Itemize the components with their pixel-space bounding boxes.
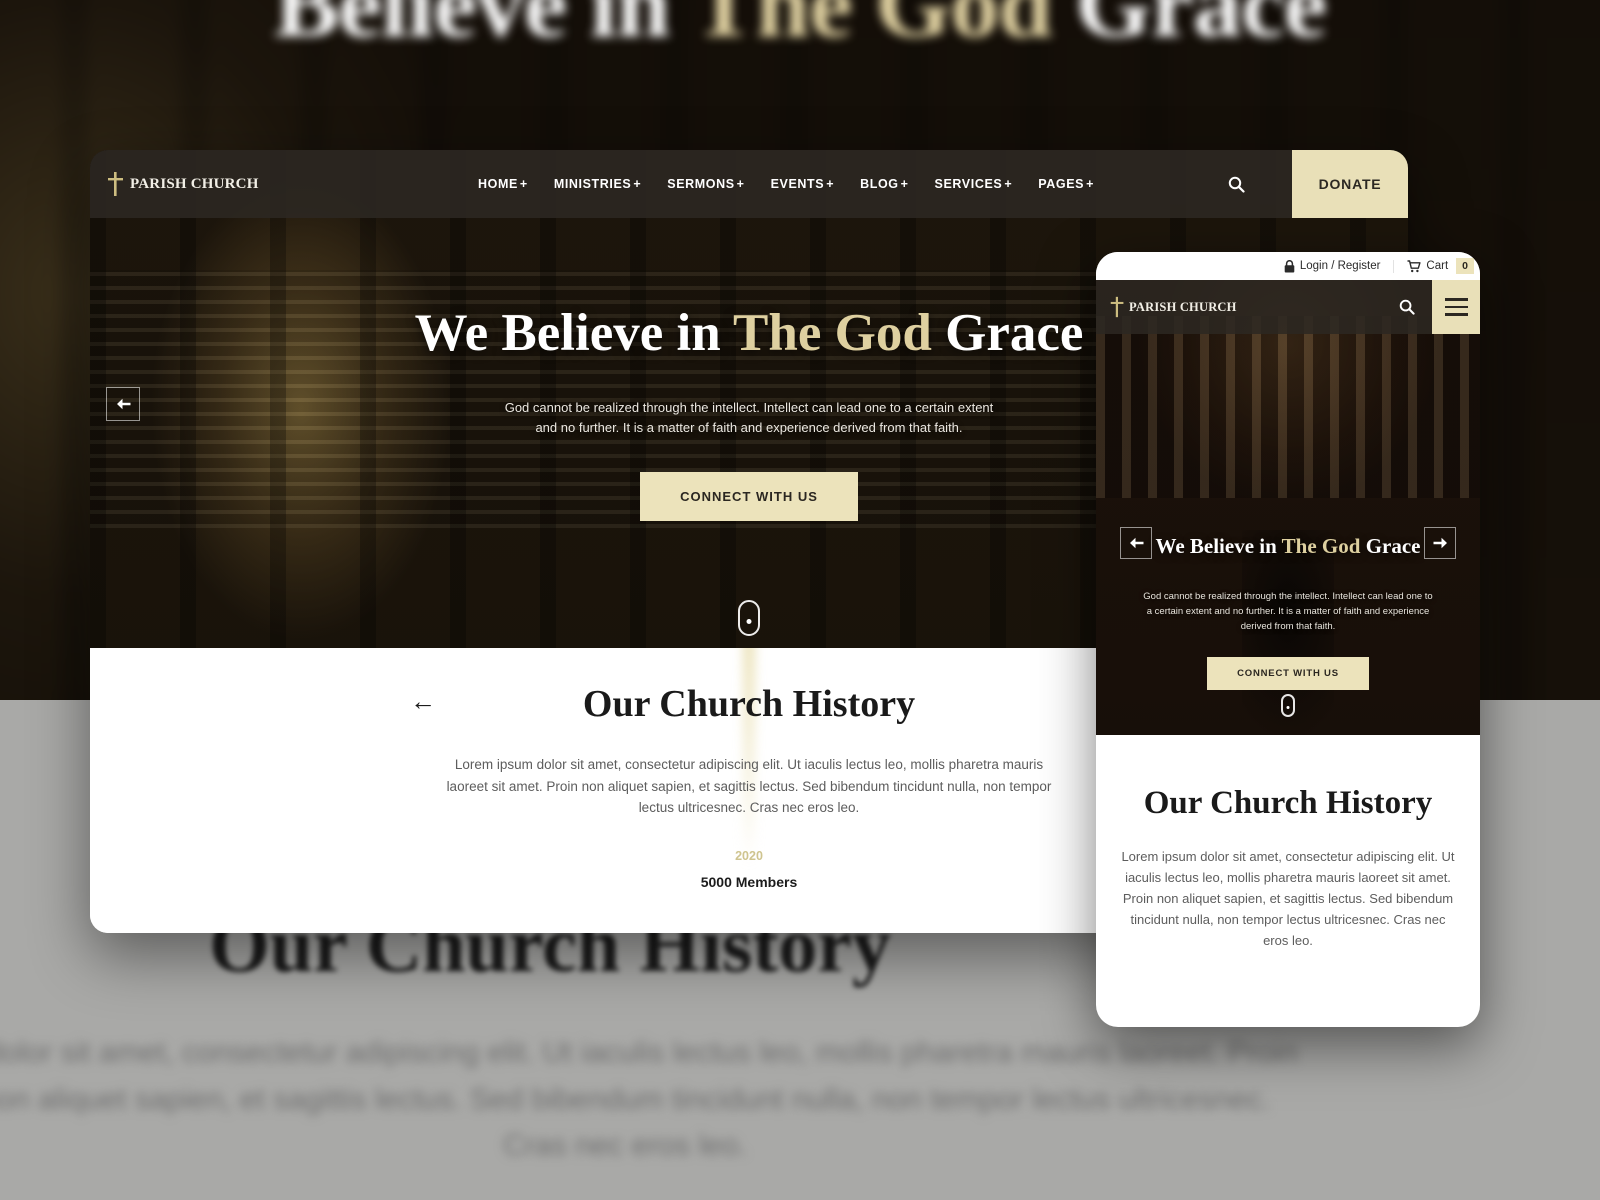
mobile-preview-panel: Login / Register Cart 0 PARISH CHURCH We…: [1096, 252, 1480, 1027]
mobile-history-paragraph: Lorem ipsum dolor sit amet, consectetur …: [1121, 849, 1455, 949]
desktop-nav: HOME + MINISTRIES + SERMONS + EVENTS + BLOG +…: [366, 177, 1206, 191]
mobile-history-section: Our Church History Lorem ipsum dolor sit…: [1096, 735, 1480, 973]
desktop-hero-headline: We Believe in The God Grace: [415, 304, 1084, 362]
desktop-connect-button[interactable]: CONNECT WITH US: [640, 471, 858, 521]
nav-item-blog-plus: +: [900, 177, 909, 191]
cart-icon: [1407, 259, 1422, 272]
nav-item-events[interactable]: EVENTS +: [771, 177, 835, 191]
mobile-logo[interactable]: PARISH CHURCH: [1109, 296, 1382, 318]
mobile-headline-part1: We Believe in: [1155, 534, 1282, 558]
arrow-right-icon: [1433, 537, 1447, 549]
desktop-header: PARISH CHURCH HOME + MINISTRIES + SERMONS +…: [90, 150, 1408, 218]
nav-item-home[interactable]: HOME +: [478, 177, 528, 191]
cart-label: Cart: [1426, 260, 1449, 272]
mobile-headline-gold: The God: [1281, 534, 1366, 558]
backdrop-paragraph: m dolor sit amet, consectetur adipiscing…: [0, 1036, 1298, 1162]
backdrop-headline: Believe in The God Grace: [0, 0, 1600, 60]
scroll-dot: [746, 619, 752, 624]
nav-item-blog[interactable]: BLOG +: [860, 177, 908, 191]
desktop-hero-subtitle: God cannot be realized through the intel…: [504, 400, 994, 436]
mobile-hero: We Believe in The God Grace God cannot b…: [1096, 280, 1480, 735]
mobile-logo-text: PARISH CHURCH: [1129, 299, 1237, 314]
cross-icon: [1110, 296, 1124, 318]
mobile-headline-part2: Grace: [1365, 534, 1421, 558]
mobile-hero-headline: We Believe in The God Grace: [1155, 534, 1420, 559]
arrow-left-icon: [1129, 537, 1143, 549]
nav-item-sermons[interactable]: SERMONS +: [667, 177, 744, 191]
cart-count-badge: 0: [1456, 258, 1474, 274]
history-paragraph: Lorem ipsum dolor sit amet, consectetur …: [446, 757, 1052, 816]
nav-item-ministries-label: MINISTRIES: [553, 177, 632, 191]
mobile-slider-next-button[interactable]: [1424, 527, 1456, 559]
desktop-headline-part1: We Believe in: [414, 304, 734, 362]
nav-item-pages-plus: +: [1086, 177, 1094, 191]
mobile-header: PARISH CHURCH: [1096, 280, 1480, 334]
arrow-left-icon: [116, 398, 130, 410]
scroll-dot: [1286, 706, 1290, 709]
nav-item-ministries-plus: +: [633, 177, 642, 191]
desktop-scroll-indicator[interactable]: [738, 600, 760, 636]
desktop-search-button[interactable]: [1206, 176, 1266, 193]
hamburger-icon-bar: [1444, 305, 1468, 309]
desktop-slider-prev-button[interactable]: [106, 387, 140, 421]
mobile-connect-button[interactable]: CONNECT WITH US: [1207, 656, 1369, 690]
nav-item-home-plus: +: [519, 177, 528, 191]
nav-item-events-plus: +: [826, 177, 835, 191]
nav-item-pages[interactable]: PAGES +: [1038, 177, 1094, 191]
backdrop-headline-part2: Grace: [1075, 0, 1327, 58]
search-icon: [1399, 299, 1415, 315]
backdrop-headline-gold: The God: [691, 0, 1076, 58]
donate-button[interactable]: DONATE: [1292, 150, 1408, 218]
nav-item-sermons-label: SERMONS: [667, 177, 735, 191]
mobile-menu-button[interactable]: [1432, 280, 1480, 334]
search-icon: [1228, 176, 1245, 193]
cross-icon: [108, 172, 123, 196]
desktop-logo-text: PARISH CHURCH: [130, 175, 259, 192]
nav-item-services[interactable]: SERVICES +: [935, 177, 1013, 191]
desktop-headline-gold: The God: [733, 304, 946, 362]
nav-item-blog-label: BLOG: [860, 177, 899, 191]
mobile-hero-subtitle: God cannot be realized through the intel…: [1143, 591, 1433, 633]
mobile-scroll-indicator[interactable]: [1281, 694, 1295, 717]
nav-item-sermons-plus: +: [736, 177, 745, 191]
nav-item-ministries[interactable]: MINISTRIES +: [554, 177, 641, 191]
hamburger-icon-bar: [1444, 298, 1468, 301]
mobile-search-button[interactable]: [1382, 299, 1432, 315]
nav-item-pages-label: PAGES: [1038, 177, 1085, 191]
desktop-headline-part2: Grace: [945, 304, 1084, 362]
mobile-history-title: Our Church History: [1143, 785, 1433, 821]
nav-item-services-label: SERVICES: [934, 177, 1003, 191]
nav-item-home-label: HOME: [478, 177, 518, 191]
nav-item-services-plus: +: [1004, 177, 1013, 191]
nav-item-events-label: EVENTS: [770, 177, 825, 191]
mobile-hero-content: We Believe in The God Grace God cannot b…: [1096, 334, 1480, 735]
desktop-logo[interactable]: PARISH CHURCH: [106, 171, 366, 197]
hamburger-icon-bar: [1444, 313, 1468, 316]
backdrop-headline-part1: Believe in: [273, 0, 692, 58]
mobile-slider-prev-button[interactable]: [1120, 527, 1152, 559]
